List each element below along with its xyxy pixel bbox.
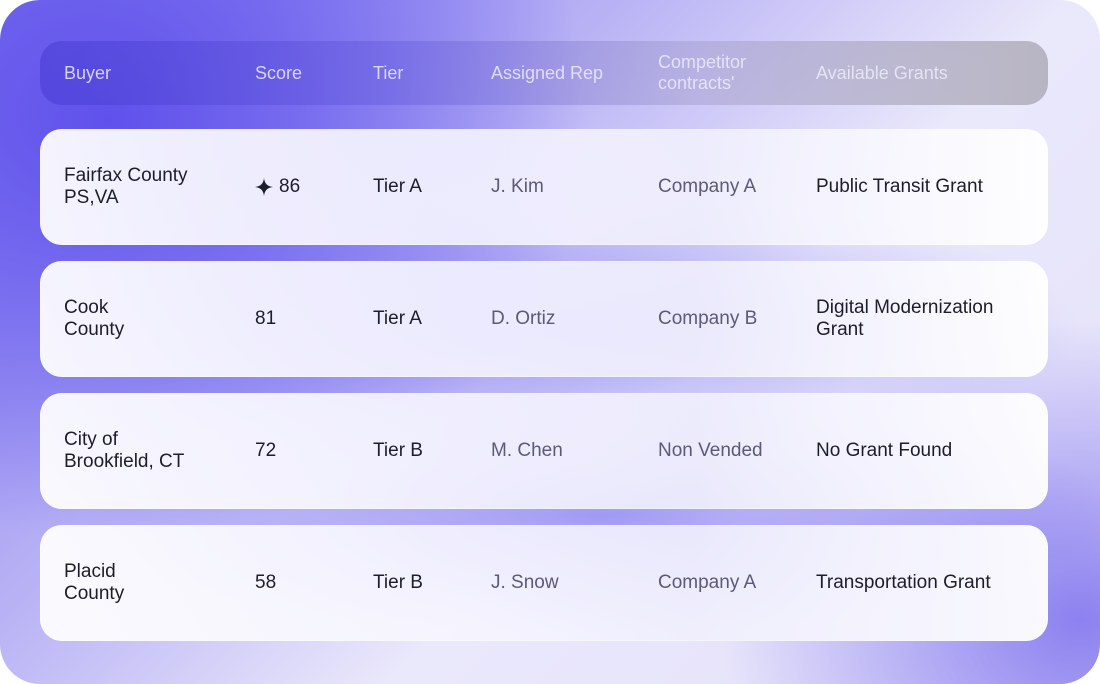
header-available-grants[interactable]: Available Grants	[816, 41, 948, 105]
buyer-name: City of Brookfield, CT	[64, 429, 185, 472]
buyer-name: Fairfax County PS,VA	[64, 165, 188, 208]
grant-cell: No Grant Found	[816, 393, 1036, 509]
tier-cell: Tier A	[373, 308, 422, 329]
leads-table-card: Buyer Score Tier Assigned Rep Competitor…	[0, 0, 1100, 684]
table-row[interactable]: Cook County 81 Tier A D. Ortiz Company B…	[40, 261, 1048, 377]
buyer-name: Placid County	[64, 561, 125, 604]
rep-cell: J. Snow	[491, 572, 559, 593]
grant-cell: Transportation Grant	[816, 525, 1036, 641]
tier-cell: Tier B	[373, 440, 423, 461]
score-cell: 72	[255, 393, 355, 509]
table-row[interactable]: Placid County 58 Tier B J. Snow Company …	[40, 525, 1048, 641]
grant-name: Public Transit Grant	[816, 176, 983, 197]
score-value: 72	[255, 440, 277, 461]
grant-cell: Digital Modernization Grant	[816, 261, 1036, 377]
grant-name: Digital Modernization Grant	[816, 297, 994, 340]
competitor-cell: Non Vended	[658, 440, 763, 461]
buyer-cell: Fairfax County PS,VA	[64, 129, 244, 245]
buyer-cell: Placid County	[64, 525, 244, 641]
competitor-cell: Company B	[658, 308, 758, 329]
header-score[interactable]: Score	[255, 41, 302, 105]
score-value: 81	[255, 308, 277, 329]
rep-cell: M. Chen	[491, 440, 563, 461]
competitor-cell: Company A	[658, 176, 757, 197]
sparkle-icon	[255, 178, 273, 196]
grant-cell: Public Transit Grant	[816, 129, 1036, 245]
grant-name: Transportation Grant	[816, 572, 991, 593]
score-value: 86	[279, 176, 301, 197]
header-competitor-contracts[interactable]: Competitor contracts'	[658, 41, 788, 105]
buyer-cell: City of Brookfield, CT	[64, 393, 244, 509]
grant-name: No Grant Found	[816, 440, 953, 461]
rep-cell: D. Ortiz	[491, 308, 556, 329]
table-row[interactable]: Fairfax County PS,VA 86 Tier A J. Kim Co…	[40, 129, 1048, 245]
tier-cell: Tier A	[373, 176, 422, 197]
header-assigned-rep[interactable]: Assigned Rep	[491, 41, 603, 105]
header-tier[interactable]: Tier	[373, 41, 403, 105]
table-header: Buyer Score Tier Assigned Rep Competitor…	[40, 41, 1048, 105]
competitor-cell: Company A	[658, 572, 757, 593]
table-row[interactable]: City of Brookfield, CT 72 Tier B M. Chen…	[40, 393, 1048, 509]
buyer-cell: Cook County	[64, 261, 244, 377]
rep-cell: J. Kim	[491, 176, 544, 197]
score-value: 58	[255, 572, 277, 593]
tier-cell: Tier B	[373, 572, 423, 593]
score-cell: 81	[255, 261, 355, 377]
score-cell: 86	[255, 129, 355, 245]
header-buyer[interactable]: Buyer	[64, 41, 111, 105]
score-cell: 58	[255, 525, 355, 641]
buyer-name: Cook County	[64, 297, 125, 340]
